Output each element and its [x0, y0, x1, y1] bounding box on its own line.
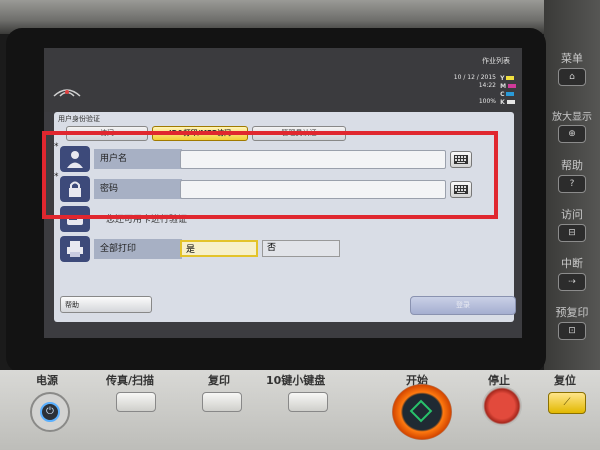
help-button[interactable]: 帮助: [60, 296, 152, 313]
preview-icon: ⊡: [558, 322, 586, 340]
printer-icon: [60, 236, 90, 262]
side-button-access[interactable]: 访问 ⊟: [552, 206, 592, 242]
status-readout: 10 / 12 / 2015 14:22 100%: [454, 74, 496, 106]
side-button-interrupt[interactable]: 中断 ⇢: [552, 255, 592, 291]
keypad-button[interactable]: [288, 392, 328, 412]
login-button[interactable]: 登录: [410, 296, 516, 315]
power-icon: ⏻: [40, 402, 60, 422]
start-button[interactable]: [392, 384, 452, 440]
reset-icon: ⟋: [563, 397, 571, 408]
status-bar: [44, 48, 522, 112]
toner-k: K: [500, 99, 516, 107]
memory-text: 100%: [478, 98, 496, 105]
side-button-menu[interactable]: 菜单 ⌂: [552, 50, 592, 86]
interrupt-label: 中断: [561, 257, 583, 270]
copy-label: 复印: [208, 374, 230, 387]
side-button-help[interactable]: 帮助 ?: [552, 157, 592, 193]
job-list-button[interactable]: 作业列表: [482, 56, 510, 66]
print-all-yes-button[interactable]: 是: [180, 240, 258, 257]
brand-logo-icon: [53, 89, 81, 97]
zoom-icon: ⊕: [558, 125, 586, 143]
interrupt-icon: ⇢: [558, 273, 586, 291]
print-all-no-button[interactable]: 否: [262, 240, 340, 257]
fax-scan-button[interactable]: [116, 392, 156, 412]
power-button[interactable]: ⏻: [30, 392, 70, 432]
toner-y: Y: [500, 75, 516, 83]
access-label: 访问: [561, 208, 583, 221]
date-text: 10 / 12 / 2015: [453, 74, 496, 81]
power-label: 电源: [36, 374, 58, 387]
question-icon: ?: [558, 175, 586, 193]
toner-levels: Y M C K: [500, 75, 516, 107]
toner-c: C: [500, 91, 516, 99]
zoom-label: 放大显示: [552, 112, 592, 123]
home-icon: ⌂: [558, 68, 586, 86]
reset-button[interactable]: ⟋: [548, 392, 586, 414]
highlight-box: [42, 131, 498, 219]
menu-label: 菜单: [561, 52, 583, 65]
print-all-label: 全部打印: [94, 239, 182, 259]
side-button-preview[interactable]: 预复印 ⊡: [552, 304, 592, 340]
help-side-label: 帮助: [561, 159, 583, 172]
stop-button[interactable]: [482, 386, 522, 426]
preview-label: 预复印: [555, 306, 589, 319]
fax-scan-label: 传真/扫描: [106, 374, 155, 387]
toner-m: M: [500, 83, 516, 91]
reset-label: 复位: [554, 374, 576, 387]
side-button-zoom[interactable]: 放大显示 ⊕: [552, 108, 592, 143]
time-text: 14:22: [478, 82, 496, 89]
auth-title: 用户身份验证: [58, 115, 100, 123]
keypad-label: 10键小键盘: [266, 374, 326, 387]
start-diamond-icon: [409, 399, 433, 423]
copy-button[interactable]: [202, 392, 242, 412]
access-icon: ⊟: [558, 224, 586, 242]
